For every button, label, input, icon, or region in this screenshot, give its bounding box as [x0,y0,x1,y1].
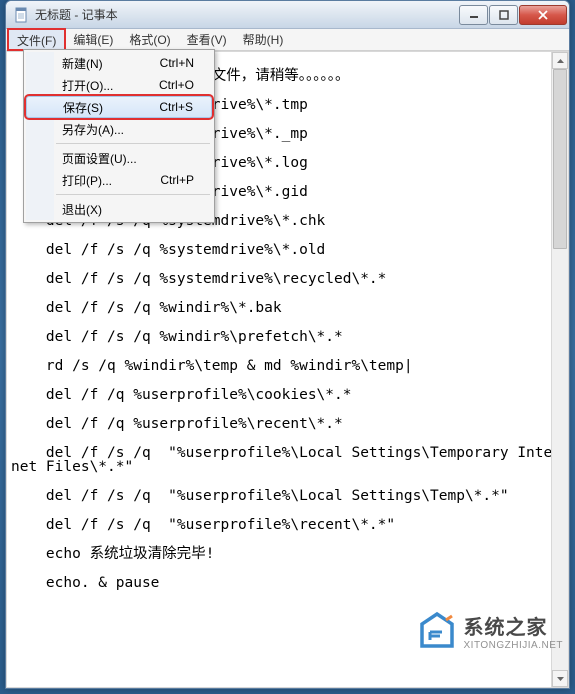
menu-item-shortcut: Ctrl+O [159,78,194,92]
file-menu-dropdown: 新建(N) Ctrl+N 打开(O)... Ctrl+O 保存(S) Ctrl+… [23,49,215,223]
menu-file[interactable]: 文件(F) [8,29,65,50]
scroll-down-button[interactable] [552,670,568,687]
menu-help[interactable]: 帮助(H) [235,29,292,50]
titlebar[interactable]: 无标题 - 记事本 [6,1,569,29]
menu-item-save-as[interactable]: 另存为(A)... [26,118,212,140]
menu-item-shortcut: Ctrl+P [160,173,194,187]
notepad-icon [14,7,30,23]
menu-separator [56,143,210,144]
menu-format[interactable]: 格式(O) [121,29,178,50]
menu-edit[interactable]: 编辑(E) [65,29,121,50]
menu-item-label: 另存为(A)... [62,121,124,138]
menu-item-label: 页面设置(U)... [62,150,137,167]
menu-item-label: 打开(O)... [62,77,113,94]
menu-item-save[interactable]: 保存(S) Ctrl+S [26,96,212,118]
menu-view[interactable]: 查看(V) [179,29,235,50]
menu-item-label: 新建(N) [62,55,103,72]
menubar: 文件(F) 编辑(E) 格式(O) 查看(V) 帮助(H) [6,29,569,51]
scroll-up-button[interactable] [552,52,568,69]
maximize-button[interactable] [489,5,518,25]
menu-item-shortcut: Ctrl+S [159,100,193,114]
menu-item-open[interactable]: 打开(O)... Ctrl+O [26,74,212,96]
menu-item-shortcut: Ctrl+N [160,56,194,70]
menu-item-label: 保存(S) [63,99,103,116]
vertical-scrollbar[interactable] [551,52,568,687]
menu-item-label: 退出(X) [62,201,102,218]
menu-item-page-setup[interactable]: 页面设置(U)... [26,147,212,169]
menu-item-exit[interactable]: 退出(X) [26,198,212,220]
scroll-thumb[interactable] [553,69,567,249]
window-title: 无标题 - 记事本 [35,6,458,23]
menu-item-new[interactable]: 新建(N) Ctrl+N [26,52,212,74]
close-button[interactable] [519,5,567,25]
menu-separator [56,194,210,195]
minimize-button[interactable] [459,5,488,25]
menu-item-label: 打印(P)... [62,172,112,189]
menu-item-print[interactable]: 打印(P)... Ctrl+P [26,169,212,191]
